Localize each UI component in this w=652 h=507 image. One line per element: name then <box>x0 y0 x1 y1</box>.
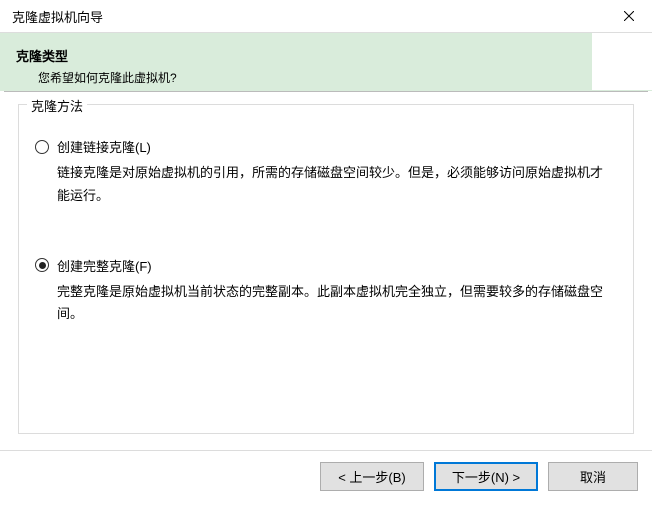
groupbox-label: 克隆方法 <box>27 96 87 115</box>
radio-linked-clone[interactable]: 创建链接克隆(L) <box>35 137 613 156</box>
radio-label-full: 创建完整克隆(F) <box>57 256 152 275</box>
close-button[interactable] <box>606 0 652 33</box>
header-title: 克隆类型 <box>16 46 636 65</box>
close-icon <box>624 11 634 21</box>
radio-full-clone[interactable]: 创建完整克隆(F) <box>35 256 613 275</box>
radio-icon <box>35 258 49 272</box>
radio-icon <box>35 140 49 154</box>
button-bar: < 上一步(B) 下一步(N) > 取消 <box>0 450 652 502</box>
next-button[interactable]: 下一步(N) > <box>434 462 538 491</box>
header-banner: 克隆类型 您希望如何克隆此虚拟机? <box>0 33 652 91</box>
titlebar: 克隆虚拟机向导 <box>0 0 652 33</box>
option-full-desc: 完整克隆是原始虚拟机当前状态的完整副本。此副本虚拟机完全独立，但需要较多的存储磁… <box>35 281 613 327</box>
back-button[interactable]: < 上一步(B) <box>320 462 424 491</box>
window-title: 克隆虚拟机向导 <box>12 7 103 26</box>
header-subtitle: 您希望如何克隆此虚拟机? <box>16 69 636 86</box>
header-graphic-box <box>592 33 652 90</box>
content-area: 克隆方法 创建链接克隆(L) 链接克隆是对原始虚拟机的引用，所需的存储磁盘空间较… <box>4 91 648 450</box>
cancel-button[interactable]: 取消 <box>548 462 638 491</box>
radio-label-linked: 创建链接克隆(L) <box>57 137 151 156</box>
option-linked-clone: 创建链接克隆(L) 链接克隆是对原始虚拟机的引用，所需的存储磁盘空间较少。但是，… <box>19 137 633 208</box>
clone-method-groupbox: 克隆方法 创建链接克隆(L) 链接克隆是对原始虚拟机的引用，所需的存储磁盘空间较… <box>18 104 634 434</box>
option-linked-desc: 链接克隆是对原始虚拟机的引用，所需的存储磁盘空间较少。但是，必须能够访问原始虚拟… <box>35 162 613 208</box>
option-full-clone: 创建完整克隆(F) 完整克隆是原始虚拟机当前状态的完整副本。此副本虚拟机完全独立… <box>19 256 633 327</box>
